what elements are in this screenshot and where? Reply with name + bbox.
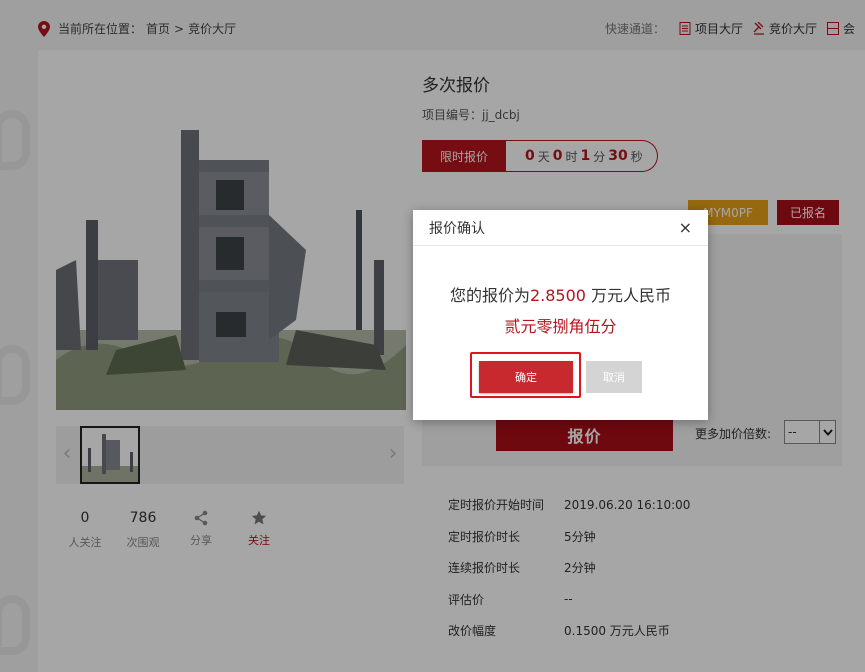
dialog-header: 报价确认 × — [413, 210, 708, 246]
bid-amount-value: 2.8500 — [529, 286, 586, 305]
close-icon[interactable]: × — [679, 218, 692, 237]
dialog-title: 报价确认 — [429, 220, 485, 237]
confirm-button[interactable]: 确定 — [479, 361, 573, 393]
bid-amount-text: 您的报价为2.8500 万元人民币 — [413, 282, 708, 306]
bid-amount-in-words: 贰元零捌角伍分 — [504, 317, 617, 336]
bid-amount-prefix: 您的报价为 — [449, 286, 530, 305]
cancel-button[interactable]: 取消 — [586, 361, 642, 393]
bid-confirm-dialog: 报价确认 × 您的报价为2.8500 万元人民币 贰元零捌角伍分 确定 取消 — [413, 210, 708, 420]
bid-amount-suffix: 万元人民币 — [585, 286, 672, 305]
